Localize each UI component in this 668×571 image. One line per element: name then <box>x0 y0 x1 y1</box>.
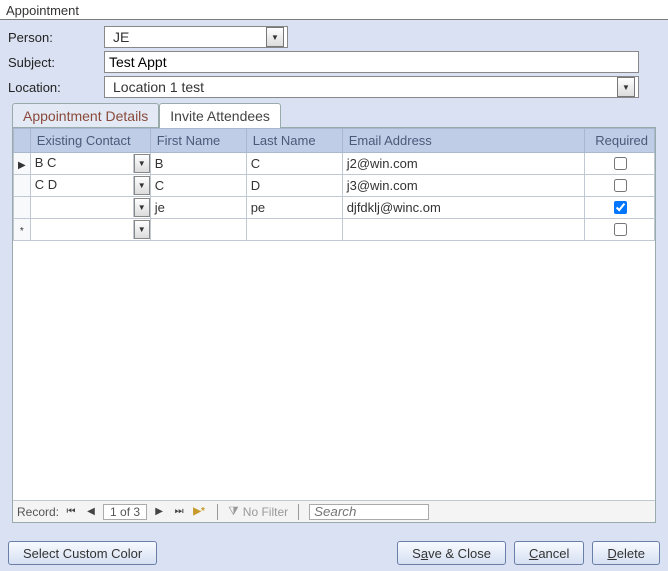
location-combo[interactable]: Location 1 test ▼ <box>104 76 639 98</box>
select-custom-color-button[interactable]: Select Custom Color <box>8 541 157 565</box>
col-first-name[interactable]: First Name <box>150 129 246 153</box>
email-cell[interactable]: j2@win.com <box>342 153 584 175</box>
person-dropdown-icon[interactable]: ▼ <box>266 27 284 47</box>
required-checkbox[interactable] <box>614 201 627 214</box>
chevron-down-icon[interactable]: ▼ <box>134 176 150 195</box>
last-name-cell[interactable]: C <box>246 153 342 175</box>
cancel-button[interactable]: Cancel <box>514 541 584 565</box>
first-name-cell[interactable]: C <box>150 175 246 197</box>
table-row[interactable]: C D▼ C D j3@win.com <box>14 175 655 197</box>
existing-contact-combo[interactable]: C D▼ <box>31 176 150 195</box>
chevron-down-icon[interactable]: ▼ <box>134 198 150 217</box>
tab-appointment-details[interactable]: Appointment Details <box>12 103 159 128</box>
window-title: Appointment <box>0 0 668 20</box>
filter-icon: ⧩ <box>228 504 239 519</box>
required-checkbox[interactable] <box>614 157 627 170</box>
location-value: Location 1 test <box>109 79 617 95</box>
last-name-cell[interactable]: pe <box>246 197 342 219</box>
required-checkbox[interactable] <box>614 223 627 236</box>
tab-strip: Appointment Details Invite Attendees <box>12 102 660 127</box>
col-row-selector <box>14 129 31 153</box>
tab-body: Existing Contact First Name Last Name Em… <box>12 127 656 523</box>
first-name-cell[interactable]: je <box>150 197 246 219</box>
col-last-name[interactable]: Last Name <box>246 129 342 153</box>
save-and-close-button[interactable]: Save & Close <box>397 541 506 565</box>
col-existing-contact[interactable]: Existing Contact <box>30 129 150 153</box>
table-row[interactable]: ▼ je pe djfdklj@winc.om <box>14 197 655 219</box>
col-required[interactable]: Required <box>585 129 655 153</box>
col-email[interactable]: Email Address <box>342 129 584 153</box>
nav-last-icon[interactable]: ⏭ <box>171 504 187 520</box>
person-value: JE <box>109 29 266 45</box>
record-label: Record: <box>17 505 59 519</box>
email-cell[interactable]: djfdklj@winc.om <box>342 197 584 219</box>
last-name-cell[interactable]: D <box>246 175 342 197</box>
row-marker-new-icon: * <box>20 226 24 237</box>
nav-new-icon[interactable]: ▶* <box>191 504 207 520</box>
existing-contact-combo[interactable]: ▼ <box>31 198 150 217</box>
subject-input[interactable] <box>104 51 639 73</box>
location-label: Location: <box>8 80 104 95</box>
attendee-grid: Existing Contact First Name Last Name Em… <box>13 128 655 241</box>
person-combo[interactable]: JE ▼ <box>104 26 288 48</box>
first-name-cell[interactable] <box>150 219 246 241</box>
form-area: Person: JE ▼ Subject: Location: Location… <box>0 20 668 535</box>
nav-next-icon[interactable]: ▶ <box>151 504 167 520</box>
record-position[interactable]: 1 of 3 <box>103 504 147 520</box>
subject-label: Subject: <box>8 55 104 70</box>
tab-invite-attendees[interactable]: Invite Attendees <box>159 103 281 128</box>
last-name-cell[interactable] <box>246 219 342 241</box>
email-cell[interactable] <box>342 219 584 241</box>
existing-contact-combo[interactable]: B C▼ <box>31 154 150 173</box>
table-row[interactable]: ▶ B C▼ B C j2@win.com <box>14 153 655 175</box>
required-checkbox[interactable] <box>614 179 627 192</box>
separator <box>298 504 299 520</box>
separator <box>217 504 218 520</box>
chevron-down-icon[interactable]: ▼ <box>134 154 150 173</box>
delete-button[interactable]: Delete <box>592 541 660 565</box>
search-input[interactable] <box>309 504 429 520</box>
row-marker-current-icon: ▶ <box>18 160 26 171</box>
chevron-down-icon[interactable]: ▼ <box>134 220 150 239</box>
person-label: Person: <box>8 30 104 45</box>
email-cell[interactable]: j3@win.com <box>342 175 584 197</box>
record-navigator: Record: ⏮ ◀ 1 of 3 ▶ ⏭ ▶* ⧩ No Filter <box>13 500 655 522</box>
button-bar: Select Custom Color Save & Close Cancel … <box>0 535 668 571</box>
location-dropdown-icon[interactable]: ▼ <box>617 77 635 97</box>
existing-contact-combo[interactable]: ▼ <box>31 220 150 239</box>
table-row-new[interactable]: * ▼ <box>14 219 655 241</box>
first-name-cell[interactable]: B <box>150 153 246 175</box>
filter-status[interactable]: ⧩ No Filter <box>228 504 288 519</box>
nav-prev-icon[interactable]: ◀ <box>83 504 99 520</box>
nav-first-icon[interactable]: ⏮ <box>63 504 79 520</box>
